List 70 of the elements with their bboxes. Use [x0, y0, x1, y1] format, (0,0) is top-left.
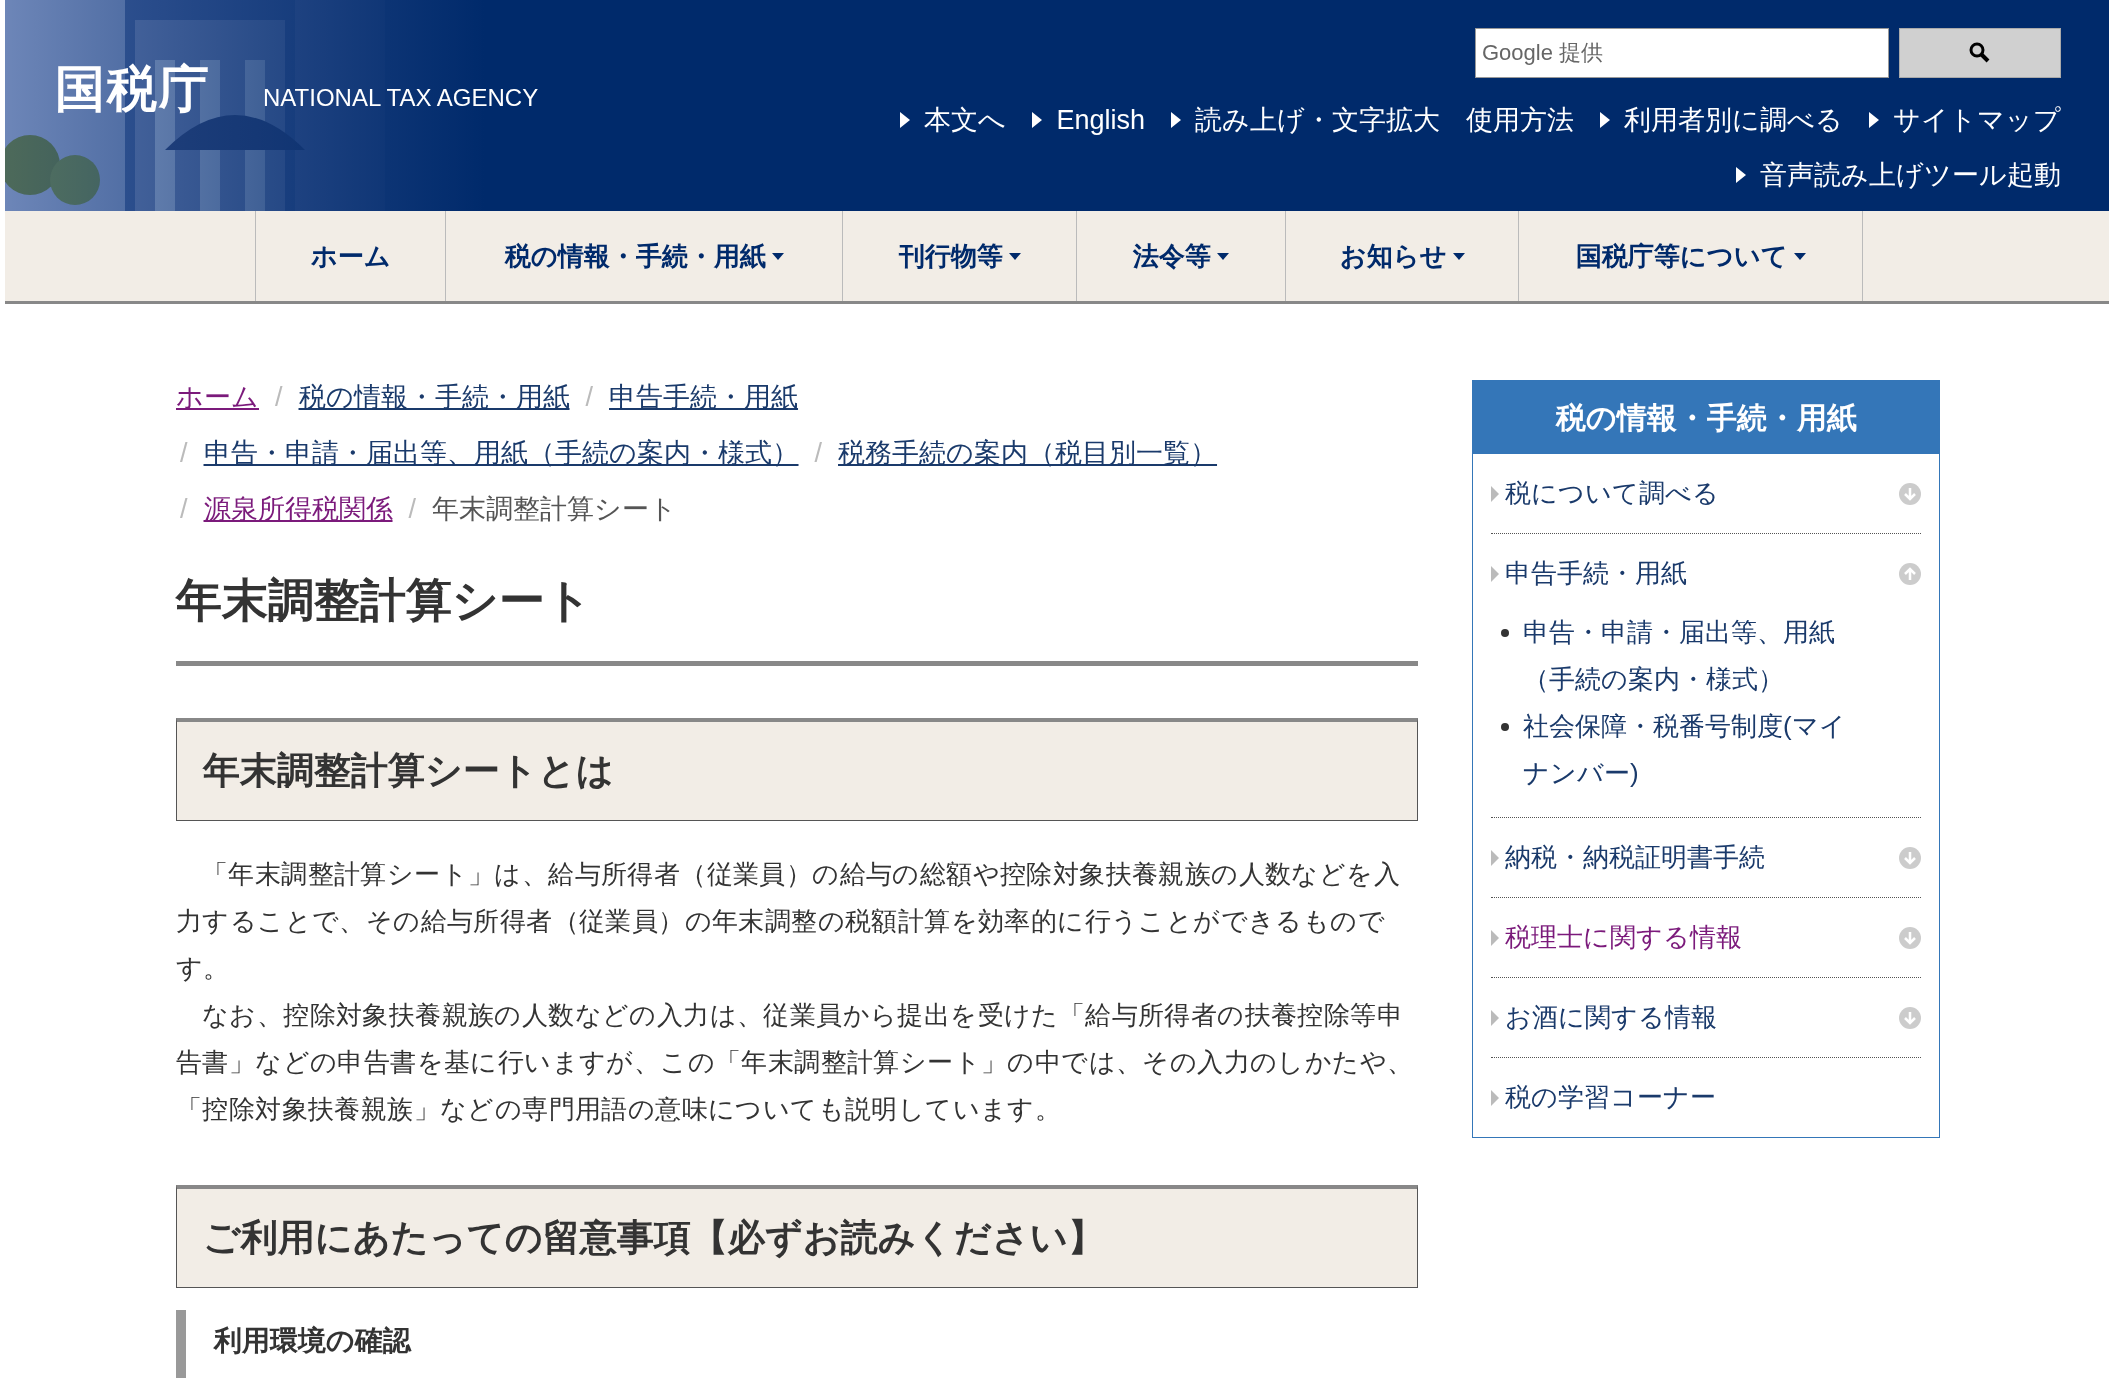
breadcrumb-current: 年末調整計算シート [432, 493, 678, 526]
triangle-icon [1491, 485, 1499, 502]
body-paragraph: 「年末調整計算シート」は、給与所得者（従業員）の給与の総額や控除対象扶養親族の人数などを入力することで、その給与所得者（従業員）の年末調整の税額計算を効率的に行うことができるものです。 [176, 858, 1401, 985]
breadcrumb-separator: / [584, 381, 595, 414]
sidebar-link[interactable]: 税理士に関する情報 [1505, 918, 1742, 957]
sidebar-link[interactable]: お酒に関する情報 [1505, 998, 1717, 1037]
caret-icon [771, 252, 784, 260]
breadcrumb-link[interactable]: 申告手続・用紙 [609, 380, 799, 414]
header-link[interactable]: 利用者別に調べる [1600, 100, 1843, 141]
expand-icon[interactable] [1899, 846, 1921, 869]
triangle-icon [1491, 849, 1499, 866]
sidebar-title: 税の情報・手続・用紙 [1473, 381, 1939, 454]
triangle-icon [1491, 565, 1499, 582]
header-link[interactable]: English [1032, 100, 1145, 141]
subsection-heading: 利用環境の確認 [176, 1310, 1418, 1378]
header-link[interactable]: 読み上げ・文字拡大 [1171, 100, 1440, 141]
triangle-icon [1171, 112, 1181, 129]
breadcrumb-link[interactable]: 申告・申請・届出等、用紙（手続の案内・様式） [203, 436, 799, 470]
caret-icon [1452, 252, 1465, 260]
breadcrumb-separator: / [407, 493, 418, 526]
triangle-icon [900, 112, 911, 129]
nav-menu-item[interactable]: 法令等 [1076, 211, 1285, 301]
sidebar-link[interactable]: 申告手続・用紙 [1505, 554, 1687, 593]
logo-subtitle: NATIONAL TAX AGENCY [263, 83, 539, 113]
triangle-icon [1491, 929, 1499, 946]
caret-icon [1008, 252, 1021, 260]
triangle-icon [1869, 112, 1879, 129]
nav-menu-item[interactable]: お知らせ [1285, 211, 1518, 301]
caret-icon [1217, 252, 1229, 260]
sidebar-link[interactable]: 納税・納税証明書手続 [1505, 838, 1765, 877]
expand-icon[interactable] [1899, 1006, 1921, 1029]
nav-menu-item[interactable]: 刊行物等 [842, 211, 1076, 301]
page-title: 年末調整計算シート [176, 566, 1418, 666]
search-button[interactable] [1899, 28, 2061, 78]
breadcrumb-link[interactable]: ホーム [176, 380, 259, 414]
sidebar-sublink[interactable]: 申告・申請・届出等、用紙（手続の案内・様式） [1523, 609, 1863, 703]
breadcrumb-link[interactable]: 源泉所得税関係 [203, 492, 393, 526]
triangle-icon [1736, 166, 1746, 183]
sidebar-link[interactable]: 税について調べる [1505, 474, 1719, 513]
triangle-icon [1491, 1089, 1499, 1106]
caret-icon [1793, 252, 1806, 260]
logo-text[interactable]: 国税庁 [55, 52, 211, 127]
expand-icon[interactable] [1899, 482, 1921, 505]
bullet-icon [1501, 629, 1509, 637]
breadcrumb-separator: / [274, 381, 284, 414]
nav-menu-item[interactable]: ホーム [255, 211, 445, 301]
breadcrumb-separator: / [179, 437, 189, 470]
bullet-icon [1501, 723, 1509, 731]
search-field[interactable]: Google 提供 [1475, 28, 1889, 78]
breadcrumb-link[interactable]: 税の情報・手続・用紙 [298, 380, 570, 414]
header-link[interactable]: サイトマップ [1869, 100, 2061, 141]
breadcrumb-separator: / [813, 437, 824, 470]
expand-icon[interactable] [1899, 926, 1921, 949]
section-heading: 年末調整計算シートとは [176, 718, 1418, 821]
triangle-icon [1600, 112, 1610, 129]
section-heading: ご利用にあたっての留意事項【必ずお読みください】 [176, 1185, 1418, 1288]
breadcrumb-link[interactable]: 税務手続の案内（税目別一覧） [838, 436, 1218, 470]
nav-menu-item[interactable]: 国税庁等について [1518, 211, 1862, 301]
sidebar-link[interactable]: 税の学習コーナー [1505, 1078, 1716, 1117]
triangle-icon [1491, 1009, 1499, 1026]
header-link[interactable]: 本文へ [900, 100, 1007, 141]
breadcrumb-separator: / [179, 493, 189, 526]
body-paragraph: なお、控除対象扶養親族の人数などの入力は、従業員から提出を受けた「給与所得者の扶養控除等申告書」などの申告書を基に行いますが、この「年末調整計算シート」の中では、その入力のしかたや、「控除対象扶養親族」などの専門用語の意味についても説明しています。 [176, 999, 1415, 1126]
sidebar-sublink[interactable]: 社会保障・税番号制度(マイナンバー) [1523, 703, 1863, 797]
triangle-icon [1032, 112, 1043, 129]
header-link[interactable]: 音声読み上げツール起動 [1736, 154, 2061, 195]
search-icon [1968, 41, 1992, 65]
nav-menu-item[interactable]: 税の情報・手続・用紙 [445, 211, 842, 301]
collapse-icon[interactable] [1899, 562, 1921, 585]
header-link[interactable]: 使用方法 [1466, 100, 1574, 141]
